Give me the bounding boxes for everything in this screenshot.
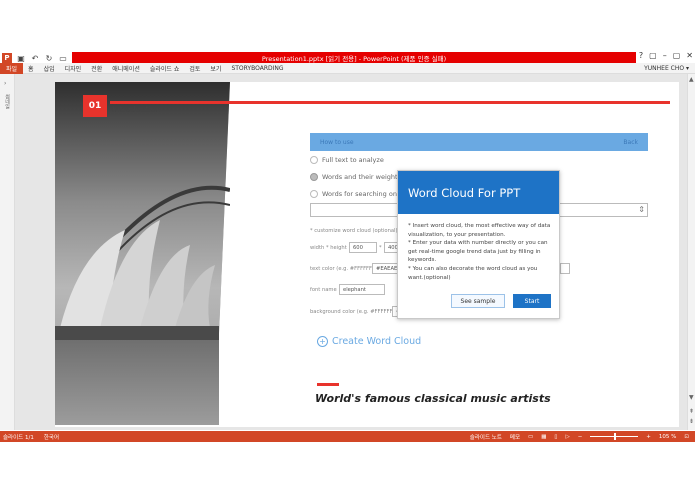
fit-slide-icon[interactable]: ⊡ (684, 434, 689, 440)
window-controls: ? ▢ – ▢ ✕ (639, 51, 693, 60)
next-slide-icon[interactable]: ⇟ (689, 418, 694, 425)
status-bar: 슬라이드 1/1 한국어 슬라이드 노트 메모 ▭ ▦ ▯ ▷ − + 105 … (0, 431, 695, 442)
vertical-scrollbar[interactable]: ▲ ▼ ⇞ ⇟ (687, 74, 695, 430)
option-full-text[interactable]: Full text to analyze (310, 156, 384, 164)
help-icon[interactable]: ? (639, 51, 643, 60)
scroll-up-icon[interactable]: ▲ (689, 76, 694, 83)
close-icon[interactable]: ✕ (686, 51, 693, 60)
user-account[interactable]: YUNHEE CHO ▾ (644, 63, 689, 74)
times-sign: * (379, 245, 382, 251)
see-sample-button[interactable]: See sample (451, 294, 505, 308)
spinner-icon[interactable]: ⇕ (638, 205, 645, 214)
maximize-icon[interactable]: ▢ (673, 51, 681, 60)
ribbon-tabs: 파일 홈 삽입 디자인 전환 애니메이션 슬라이드 쇼 검토 보기 STORYB… (0, 62, 695, 74)
start-button[interactable]: Start (513, 294, 551, 308)
radio-selected-icon[interactable] (310, 173, 318, 181)
customize-label: * customize word cloud (optional) (310, 228, 398, 234)
section-rule (317, 383, 339, 386)
slideshow-view-icon[interactable]: ▷ (565, 434, 569, 440)
section-title: World's famous classical music artists (315, 392, 551, 405)
zoom-out-icon[interactable]: − (578, 434, 583, 440)
zoom-slider[interactable] (590, 433, 639, 440)
text-color-label: text color (e.g. #FFFFFF) : (310, 266, 378, 272)
how-to-use-title: How to use (320, 138, 354, 146)
save-icon[interactable]: ▣ (16, 53, 26, 63)
thumbnail-pane: › 썸네일 (0, 74, 15, 430)
tab-file[interactable]: 파일 (0, 62, 24, 74)
dialog-body: * Insert word cloud, the most effective … (398, 214, 559, 282)
language-indicator[interactable]: 한국어 (44, 433, 59, 441)
dialog-line: * Enter your data with number directly o… (408, 240, 548, 264)
radio-icon[interactable] (310, 190, 318, 198)
plus-circle-icon: + (317, 336, 328, 347)
font-name-input[interactable]: elephant (339, 284, 385, 295)
comments-button[interactable]: 메모 (510, 433, 520, 441)
word-cloud-dialog: Word Cloud For PPT * Insert word cloud, … (397, 170, 560, 319)
tab-slideshow[interactable]: 슬라이드 쇼 (145, 63, 185, 74)
notes-button[interactable]: 슬라이드 노트 (470, 433, 502, 441)
tab-home[interactable]: 홈 (23, 63, 39, 74)
radio-icon[interactable] (310, 156, 318, 164)
header-rule (110, 101, 670, 104)
tab-animations[interactable]: 애니메이션 (107, 63, 145, 74)
create-word-cloud-label: Create Word Cloud (332, 336, 422, 347)
text-color-extra-input[interactable] (560, 263, 570, 274)
slide-workspace: 01 Introduction How to use Back Full tex… (15, 74, 687, 430)
window-title: Presentation1.pptx [읽기 전용] - PowerPoint … (72, 52, 636, 63)
tab-storyboarding[interactable]: STORYBOARDING (226, 63, 288, 74)
dialog-buttons: See sample Start (451, 294, 551, 308)
slide-sorter-icon[interactable]: ▦ (541, 434, 546, 440)
slide-indicator: 슬라이드 1/1 (3, 434, 34, 441)
dialog-line: * Insert word cloud, the most effective … (408, 223, 551, 238)
reading-view-icon[interactable]: ▯ (554, 434, 557, 440)
status-right: 슬라이드 노트 메모 ▭ ▦ ▯ ▷ − + 105 % ⊡ (470, 431, 689, 442)
normal-view-icon[interactable]: ▭ (528, 434, 533, 440)
zoom-level[interactable]: 105 % (659, 434, 676, 440)
desktop-bottom (0, 442, 695, 494)
option-label: Full text to analyze (322, 156, 384, 164)
powerpoint-window: P ▣ ↶ ↻ ▭ Presentation1.pptx [읽기 전용] - P… (0, 0, 695, 494)
undo-icon[interactable]: ↶ (30, 53, 40, 63)
create-word-cloud-button[interactable]: + Create Word Cloud (317, 336, 421, 347)
zoom-in-icon[interactable]: + (646, 434, 651, 440)
opera-house-photo (55, 82, 230, 425)
scroll-down-icon[interactable]: ▼ (689, 394, 694, 401)
prev-slide-icon[interactable]: ⇞ (689, 408, 694, 415)
expand-pane-icon[interactable]: › (4, 80, 6, 87)
ribbon-display-icon[interactable]: ▢ (649, 51, 657, 60)
tab-transitions[interactable]: 전환 (86, 63, 107, 74)
desktop-top (0, 0, 695, 51)
font-name-label: font name : (310, 287, 341, 293)
section-number: 01 (83, 95, 107, 117)
tab-design[interactable]: 디자인 (60, 63, 87, 74)
thumbnail-pane-label: 썸네일 (4, 94, 10, 109)
tab-view[interactable]: 보기 (205, 63, 226, 74)
background-color-label: background color (e.g. #FFFFFF) : (310, 309, 398, 315)
size-label: width * height : (310, 245, 351, 251)
back-link[interactable]: Back (623, 139, 638, 146)
slide-canvas[interactable]: 01 Introduction How to use Back Full tex… (55, 82, 679, 427)
dialog-line: * You can also decorate the word cloud a… (408, 265, 538, 281)
how-to-use-bar: How to use Back (310, 133, 648, 151)
section-heading: Introduction (112, 105, 161, 114)
redo-icon[interactable]: ↻ (44, 53, 54, 63)
start-slideshow-icon[interactable]: ▭ (58, 53, 68, 63)
minimize-icon[interactable]: – (663, 51, 667, 60)
dialog-title: Word Cloud For PPT (398, 171, 559, 214)
tab-insert[interactable]: 삽입 (39, 63, 60, 74)
tab-review[interactable]: 검토 (184, 63, 205, 74)
width-input[interactable]: 600 (349, 242, 377, 253)
